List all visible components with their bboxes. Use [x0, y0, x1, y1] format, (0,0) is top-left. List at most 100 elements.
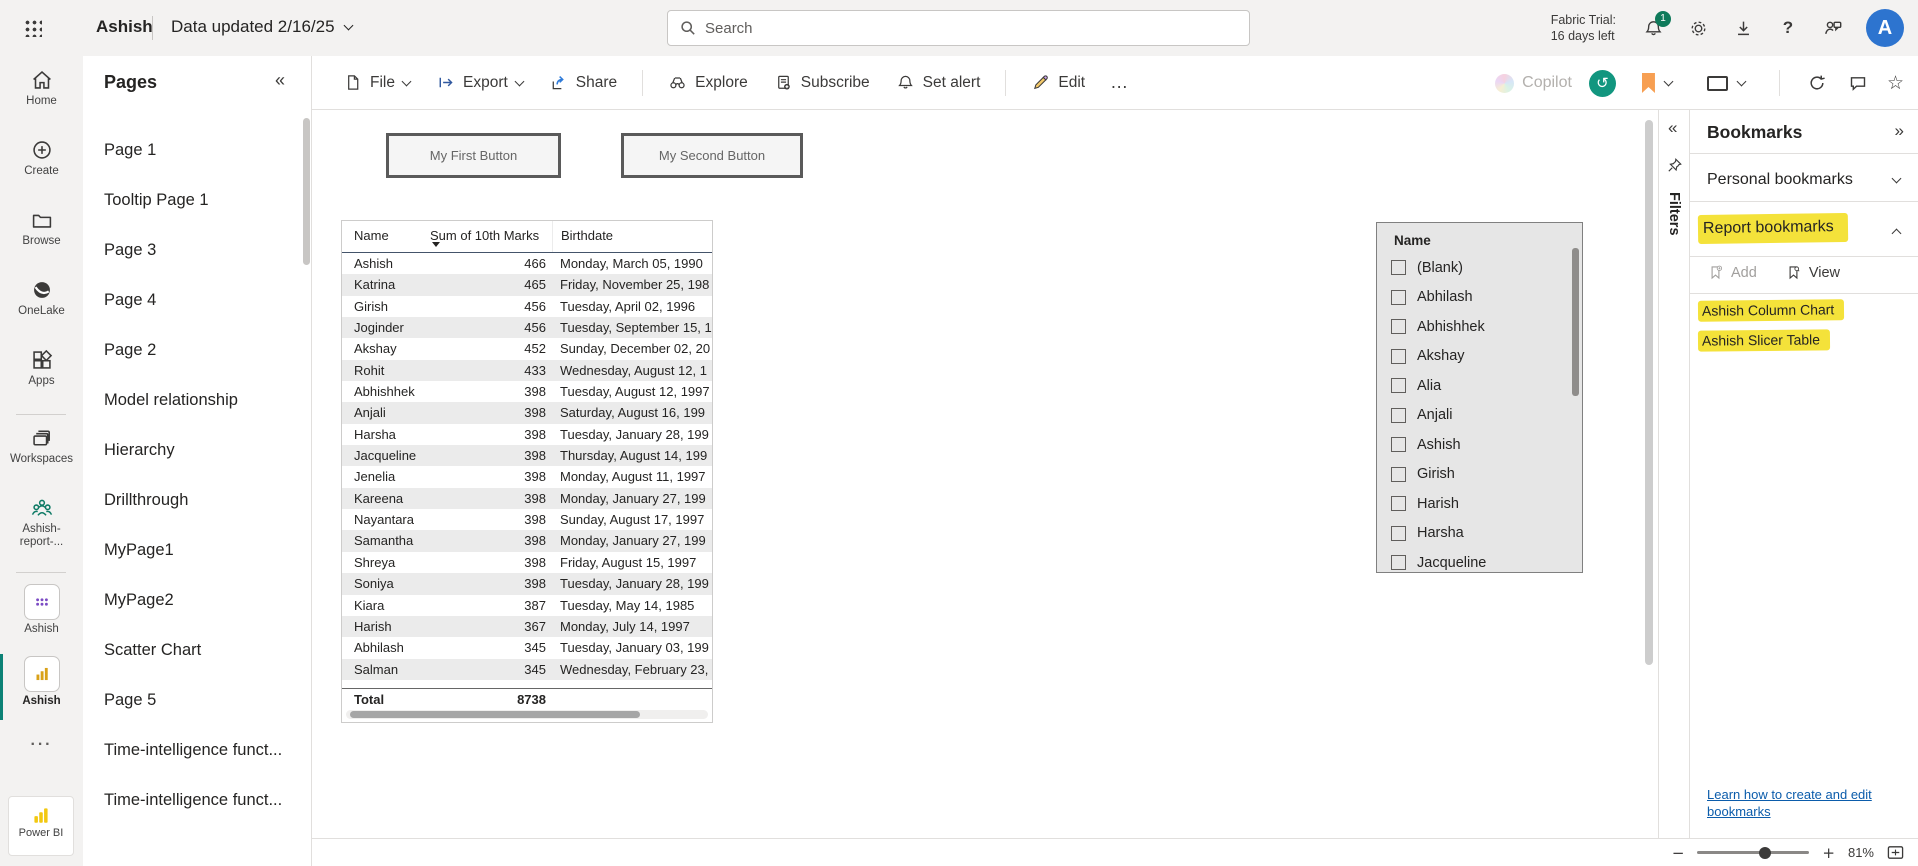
page-item[interactable]: Hierarchy: [83, 425, 299, 475]
table-row[interactable]: Joginder 456 Tuesday, September 15, 1: [342, 317, 712, 338]
slicer-item[interactable]: Alia: [1377, 371, 1568, 401]
zoom-slider[interactable]: [1697, 851, 1809, 854]
table-row[interactable]: Kiara 387 Tuesday, May 14, 1985: [342, 595, 712, 616]
bookmark-item[interactable]: Ashish Slicer Table: [1698, 330, 1844, 351]
bookmarks-collapse-button[interactable]: »: [1895, 121, 1904, 141]
nav-report-ashish-selected[interactable]: Ashish: [0, 656, 83, 708]
column-header-name[interactable]: Name: [342, 221, 426, 252]
pin-icon[interactable]: [1665, 156, 1684, 175]
table-horizontal-scrollbar[interactable]: [346, 710, 708, 719]
checkbox[interactable]: [1391, 467, 1406, 482]
table-hscroll-thumb[interactable]: [350, 711, 640, 718]
global-search[interactable]: [667, 10, 1250, 46]
table-row[interactable]: Jenelia 398 Monday, August 11, 1997: [342, 466, 712, 487]
my-second-button[interactable]: My Second Button: [621, 133, 803, 178]
download-button[interactable]: [1731, 16, 1755, 40]
table-row[interactable]: Samantha 398 Monday, January 27, 199: [342, 530, 712, 551]
refresh-button[interactable]: [1805, 71, 1829, 95]
page-item[interactable]: Page 3: [83, 225, 299, 275]
nav-workspace-ashish-report[interactable]: Ashish-report-...: [0, 496, 83, 549]
chevron-down-icon[interactable]: [1892, 174, 1902, 184]
table-row[interactable]: Abhilash 345 Tuesday, January 03, 199: [342, 637, 712, 658]
zoom-in-button[interactable]: +: [1822, 844, 1835, 862]
page-item[interactable]: Page 4: [83, 275, 299, 325]
account-avatar[interactable]: A: [1866, 9, 1904, 47]
checkbox[interactable]: [1391, 496, 1406, 511]
table-row[interactable]: Anjali 398 Saturday, August 16, 199: [342, 402, 712, 423]
slicer-item[interactable]: Ashish: [1377, 430, 1568, 460]
explore-button[interactable]: Explore: [659, 66, 757, 99]
slicer-item[interactable]: (Blank): [1377, 253, 1568, 283]
set-alert-button[interactable]: Set alert: [887, 66, 990, 99]
table-row[interactable]: Salman 345 Wednesday, February 23,: [342, 659, 712, 680]
nav-browse[interactable]: Browse: [0, 208, 83, 248]
checkbox[interactable]: [1391, 437, 1406, 452]
checkbox[interactable]: [1391, 319, 1406, 334]
nav-create[interactable]: Create: [0, 138, 83, 178]
feedback-button[interactable]: [1821, 16, 1845, 40]
nav-home[interactable]: Home: [0, 68, 83, 108]
checkbox[interactable]: [1391, 378, 1406, 393]
slicer-item[interactable]: Anjali: [1377, 401, 1568, 431]
column-header-marks[interactable]: Sum of 10th Marks: [426, 221, 552, 252]
slicer-item[interactable]: Abhishhek: [1377, 312, 1568, 342]
slicer-item[interactable]: Jacqueline: [1377, 548, 1568, 573]
checkbox[interactable]: [1391, 555, 1406, 570]
nav-app-ashish[interactable]: Ashish: [0, 584, 83, 636]
powerbi-brand[interactable]: Power BI: [8, 796, 74, 856]
fit-to-page-icon[interactable]: [1887, 845, 1904, 860]
slicer-scrollbar[interactable]: [1572, 248, 1579, 396]
column-header-birthdate[interactable]: Birthdate: [552, 221, 712, 252]
page-item[interactable]: Scatter Chart: [83, 625, 299, 675]
toolbar-overflow-button[interactable]: …: [1102, 72, 1138, 93]
reset-filters-button[interactable]: ↺: [1589, 70, 1616, 97]
filters-expand-button[interactable]: «: [1668, 118, 1677, 138]
checkbox[interactable]: [1391, 260, 1406, 275]
bookmarks-dropdown-button[interactable]: [1633, 66, 1681, 100]
table-row[interactable]: Rohit 433 Wednesday, August 12, 1: [342, 360, 712, 381]
zoom-slider-thumb[interactable]: [1759, 847, 1771, 859]
rail-overflow-button[interactable]: ···: [0, 736, 83, 754]
copilot-button[interactable]: Copilot: [1495, 74, 1572, 93]
page-item[interactable]: Page 1: [83, 125, 299, 175]
notifications-button[interactable]: 1: [1641, 16, 1665, 40]
table-row[interactable]: Akshay 452 Sunday, December 02, 20: [342, 338, 712, 359]
checkbox[interactable]: [1391, 349, 1406, 364]
table-row[interactable]: Nayantara 398 Sunday, August 17, 1997: [342, 509, 712, 530]
page-item[interactable]: Time-intelligence funct...: [83, 775, 299, 825]
personal-bookmarks-section[interactable]: Personal bookmarks: [1707, 171, 1853, 189]
edit-button[interactable]: Edit: [1022, 66, 1094, 99]
app-launcher-waffle-icon[interactable]: [24, 19, 42, 37]
checkbox[interactable]: [1391, 290, 1406, 305]
page-item[interactable]: Tooltip Page 1: [83, 175, 299, 225]
page-item[interactable]: Page 2: [83, 325, 299, 375]
slicer-item[interactable]: Girish: [1377, 460, 1568, 490]
subscribe-button[interactable]: Subscribe: [765, 66, 879, 99]
checkbox[interactable]: [1391, 408, 1406, 423]
page-item[interactable]: MyPage1: [83, 525, 299, 575]
learn-bookmarks-link[interactable]: Learn how to create and edit bookmarks: [1707, 786, 1902, 820]
table-row[interactable]: Girish 456 Tuesday, April 02, 1996: [342, 296, 712, 317]
view-bookmarks-button[interactable]: View: [1785, 264, 1840, 281]
view-dropdown-button[interactable]: [1698, 69, 1754, 98]
file-menu[interactable]: File: [334, 66, 419, 99]
table-row[interactable]: Harish 367 Monday, July 14, 1997: [342, 616, 712, 637]
nav-workspaces[interactable]: Workspaces: [0, 426, 83, 466]
table-row[interactable]: Abhishhek 398 Tuesday, August 12, 1997: [342, 381, 712, 402]
nav-apps[interactable]: Apps: [0, 348, 83, 388]
slicer-item[interactable]: Abhilash: [1377, 283, 1568, 313]
page-item[interactable]: MyPage2: [83, 575, 299, 625]
table-row[interactable]: Harsha 398 Tuesday, January 28, 199: [342, 424, 712, 445]
page-item[interactable]: Model relationship: [83, 375, 299, 425]
page-item[interactable]: Time-intelligence funct...: [83, 725, 299, 775]
canvas-vscroll-thumb[interactable]: [1645, 120, 1653, 665]
pages-scrollbar[interactable]: [303, 118, 310, 265]
data-updated-dropdown[interactable]: Data updated 2/16/25: [171, 17, 352, 37]
app-title[interactable]: Ashish: [96, 17, 153, 37]
share-button[interactable]: Share: [540, 66, 626, 99]
favorite-star-icon[interactable]: ☆: [1887, 72, 1904, 94]
report-bookmarks-section[interactable]: Report bookmarks: [1698, 214, 1848, 243]
comments-button[interactable]: [1846, 71, 1870, 95]
chevron-up-icon[interactable]: [1892, 229, 1902, 239]
bookmark-item[interactable]: Ashish Column Chart: [1698, 300, 1844, 321]
